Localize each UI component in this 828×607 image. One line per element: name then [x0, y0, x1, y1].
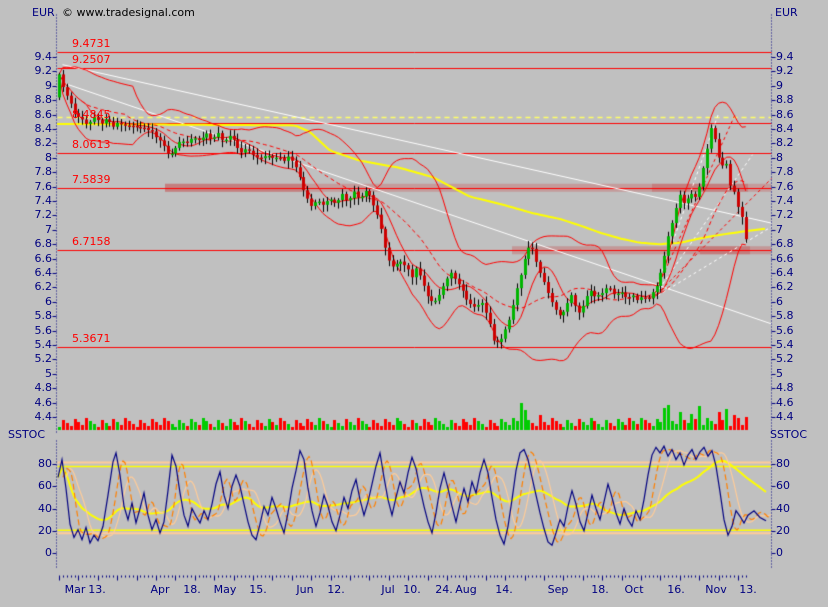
sstoc-axis-tick-label: 60 [38, 479, 52, 492]
price-axis-tick-label: 6.2 [34, 280, 53, 293]
price-axis-tick-label: 8.2 [776, 136, 794, 149]
price-axis-tick-label: 8.4 [776, 122, 794, 135]
sstoc-axis-tick-label: 0 [45, 546, 52, 559]
chart-canvas[interactable] [0, 0, 828, 607]
price-axis-tick-label: 7.8 [776, 165, 794, 178]
date-axis-label: 13. [739, 583, 757, 596]
date-axis-label: 24. [435, 583, 453, 596]
date-axis-label: Mar [64, 583, 86, 596]
price-axis-tick-label: 5.2 [776, 352, 794, 365]
price-axis-tick-label: 7.8 [34, 165, 53, 178]
price-axis-tick-label: 7.6 [34, 180, 53, 193]
price-axis-tick-label: 4.8 [34, 381, 53, 394]
copyright-watermark: © www.tradesignal.com [62, 6, 195, 19]
level-price-label: 9.4731 [72, 37, 111, 50]
price-axis-tick-label: 8.2 [34, 136, 53, 149]
sstoc-axis-tick-label: 40 [776, 502, 790, 515]
sstoc-axis-tick-label: 80 [776, 457, 790, 470]
price-axis-tick-label: 4.4 [34, 410, 53, 423]
date-axis-label: 18. [183, 583, 201, 596]
sstoc-panel-title-left: SSTOC [8, 428, 46, 441]
price-axis-tick-label: 9 [45, 79, 52, 92]
price-axis-tick-label: 8 [45, 151, 52, 164]
price-axis-tick-label: 5.2 [34, 352, 53, 365]
price-axis-tick-label: 4.6 [776, 396, 794, 409]
date-axis-label: 14. [495, 583, 513, 596]
date-axis-label: 13. [88, 583, 106, 596]
price-axis-tick-label: 8 [776, 151, 783, 164]
date-axis-label: 15. [249, 583, 267, 596]
price-axis-tick-label: 8.6 [776, 108, 794, 121]
price-axis-tick-label: 6.4 [776, 266, 794, 279]
level-price-label: 5.3671 [72, 332, 111, 345]
date-axis-label: Sep [547, 583, 569, 596]
price-axis-tick-label: 6.6 [34, 252, 53, 265]
price-axis-tick-label: 7.4 [34, 194, 53, 207]
level-price-label: 7.5839 [72, 173, 111, 186]
price-axis-tick-label: 9 [776, 79, 783, 92]
price-axis-tick-label: 6 [45, 295, 52, 308]
price-axis-tick-label: 7.6 [776, 180, 794, 193]
date-axis-label: 12. [327, 583, 345, 596]
price-axis-tick-label: 5.8 [776, 309, 794, 322]
level-price-label: 8.4845 [72, 108, 111, 121]
price-axis-tick-label: 5.6 [34, 324, 53, 337]
price-axis-tick-label: 4.6 [34, 396, 53, 409]
date-axis-label: 10. [403, 583, 421, 596]
price-axis-tick-label: 9.2 [776, 64, 794, 77]
price-axis-tick-label: 7 [776, 223, 783, 236]
date-axis-label: May [213, 583, 237, 596]
price-axis-tick-label: 5.4 [776, 338, 794, 351]
price-axis-tick-label: 9.4 [34, 50, 53, 63]
price-axis-tick-label: 9.2 [34, 64, 53, 77]
price-axis-tick-label: 7.2 [776, 208, 794, 221]
price-axis-tick-label: 5 [776, 367, 783, 380]
price-axis-tick-label: 6.8 [776, 237, 794, 250]
price-axis-tick-label: 6.2 [776, 280, 794, 293]
price-axis-tick-label: 5 [45, 367, 52, 380]
sstoc-axis-tick-label: 80 [38, 457, 52, 470]
price-axis-tick-label: 6.8 [34, 237, 53, 250]
price-axis-tick-label: 8.8 [776, 93, 794, 106]
date-axis-label: Nov [705, 583, 727, 596]
price-axis-tick-label: 9.4 [776, 50, 794, 63]
price-axis-tick-label: 7.4 [776, 194, 794, 207]
price-axis-tick-label: 5.4 [34, 338, 53, 351]
price-axis-tick-label: 6.4 [34, 266, 53, 279]
sstoc-panel-title-right: SSTOC [770, 428, 808, 441]
sstoc-axis-tick-label: 0 [776, 546, 783, 559]
sstoc-axis-tick-label: 20 [776, 524, 790, 537]
price-axis-tick-label: 4.4 [776, 410, 794, 423]
sstoc-axis-tick-label: 40 [38, 502, 52, 515]
price-axis-tick-label: 6 [776, 295, 783, 308]
date-axis-label: Jun [296, 583, 314, 596]
price-axis-tick-label: 7 [45, 223, 52, 236]
level-price-label: 9.2507 [72, 53, 111, 66]
date-axis-label: 16. [667, 583, 685, 596]
price-axis-tick-label: 4.8 [776, 381, 794, 394]
price-axis-tick-label: 5.8 [34, 309, 53, 322]
price-axis-tick-label: 8.8 [34, 93, 53, 106]
price-axis-unit-right: EUR [775, 6, 798, 19]
price-axis-tick-label: 6.6 [776, 252, 794, 265]
date-axis-label: Apr [150, 583, 170, 596]
price-axis-tick-label: 8.4 [34, 122, 53, 135]
level-price-label: 6.7158 [72, 235, 111, 248]
sstoc-axis-tick-label: 60 [776, 479, 790, 492]
sstoc-axis-tick-label: 20 [38, 524, 52, 537]
price-axis-tick-label: 7.2 [34, 208, 53, 221]
date-axis-label: Jul [381, 583, 395, 596]
date-axis-label: Oct [624, 583, 644, 596]
level-price-label: 8.0613 [72, 138, 111, 151]
date-axis-label: 18. [591, 583, 609, 596]
tradesignal-chart-window: EUR © www.tradesignal.com EUR SSTOC SSTO… [0, 0, 828, 607]
price-axis-tick-label: 8.6 [34, 108, 53, 121]
price-axis-tick-label: 5.6 [776, 324, 794, 337]
price-axis-unit-left: EUR [32, 6, 55, 19]
date-axis-label: Aug [455, 583, 477, 596]
